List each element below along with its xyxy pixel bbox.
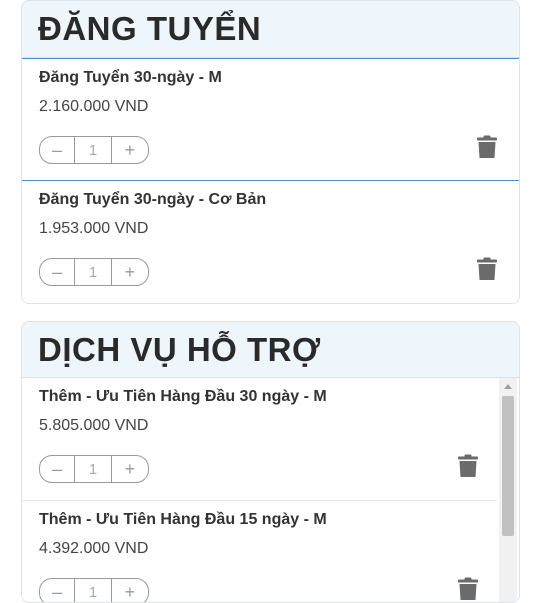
quantity-value[interactable]: 1 [74,456,112,482]
item-price: 5.805.000 VND [39,417,149,434]
item-price: 4.392.000 VND [39,540,149,557]
section-header: DỊCH VỤ HỖ TRỢ [22,322,519,378]
increase-button[interactable]: + [112,137,148,163]
chevron-up-icon[interactable] [499,378,517,394]
trash-icon[interactable] [456,454,480,478]
cart-item[interactable]: Đăng Tuyển 30-ngày - Cơ Bản 1.953.000 VN… [22,181,519,303]
item-name: Đăng Tuyển 30-ngày - M [39,69,222,86]
trash-icon[interactable] [475,257,499,281]
cart-item[interactable]: Thêm - Ưu Tiên Hàng Đầu 30 ngày - M 5.80… [22,378,497,501]
item-list: Thêm - Ưu Tiên Hàng Đầu 30 ngày - M 5.80… [22,378,497,602]
quantity-stepper[interactable]: – 1 + [39,455,149,483]
quantity-value[interactable]: 1 [74,259,112,285]
decrease-button[interactable]: – [40,456,74,482]
quantity-stepper[interactable]: – 1 + [39,578,149,602]
quantity-stepper[interactable]: – 1 + [39,136,149,164]
section-header: ĐĂNG TUYỂN [22,1,519,58]
decrease-button[interactable]: – [40,579,74,602]
trash-icon[interactable] [475,135,499,159]
item-list: Đăng Tuyển 30-ngày - M 2.160.000 VND – 1… [22,58,519,303]
cart-item[interactable]: Đăng Tuyển 30-ngày - M 2.160.000 VND – 1… [22,58,519,181]
item-price: 1.953.000 VND [39,220,149,237]
item-name: Đăng Tuyển 30-ngày - Cơ Bản [39,191,267,208]
section-card-dich-vu-ho-tro: DỊCH VỤ HỖ TRỢ Thêm - Ưu Tiên Hàng Đầu 3… [21,321,520,603]
quantity-value[interactable]: 1 [74,137,112,163]
quantity-value[interactable]: 1 [74,579,112,602]
quantity-stepper[interactable]: – 1 + [39,258,149,286]
decrease-button[interactable]: – [40,259,74,285]
section-title: ĐĂNG TUYỂN [38,10,262,47]
item-name: Thêm - Ưu Tiên Hàng Đầu 30 ngày - M [39,388,327,405]
item-name: Thêm - Ưu Tiên Hàng Đầu 15 ngày - M [39,511,327,528]
item-price: 2.160.000 VND [39,98,149,115]
increase-button[interactable]: + [112,456,148,482]
increase-button[interactable]: + [112,259,148,285]
trash-icon[interactable] [456,577,480,601]
scrollbar[interactable] [499,378,517,602]
decrease-button[interactable]: – [40,137,74,163]
section-title: DỊCH VỤ HỖ TRỢ [38,330,321,368]
increase-button[interactable]: + [112,579,148,602]
scrollbar-thumb[interactable] [502,396,514,536]
cart-item[interactable]: Thêm - Ưu Tiên Hàng Đầu 15 ngày - M 4.39… [22,501,497,602]
section-card-dang-tuyen: ĐĂNG TUYỂN Đăng Tuyển 30-ngày - M 2.160.… [21,0,520,304]
